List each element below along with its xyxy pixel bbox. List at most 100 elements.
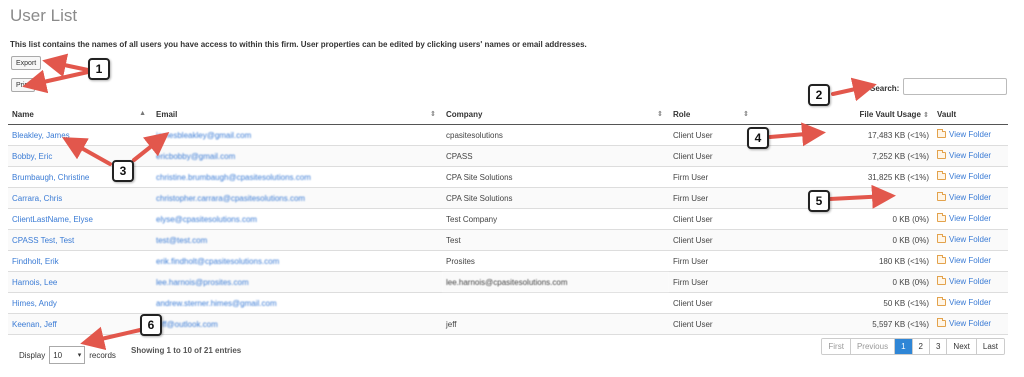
company-cell: CPA Site Solutions [442, 166, 669, 188]
user-name-link[interactable]: CPASS Test, Test [12, 236, 74, 245]
user-name-link[interactable]: Himes, Andy [12, 299, 57, 308]
column-header-label: Email [156, 109, 178, 119]
usage-cell: 180 KB (<1%) [755, 250, 933, 272]
pagination-last[interactable]: Last [975, 339, 1004, 354]
column-header-file-vault-usage[interactable]: File Vault Usage ⇕ [755, 104, 933, 125]
view-folder-label: View Folder [949, 256, 992, 265]
user-email-link[interactable]: ericbobby@gmail.com [156, 152, 235, 161]
print-button[interactable]: Print [11, 78, 36, 92]
user-name-link[interactable]: Keenan, Jeff [12, 320, 57, 329]
view-folder-link[interactable]: View Folder [937, 255, 992, 265]
chevron-down-icon: ▾ [77, 352, 82, 359]
search-input[interactable] [903, 78, 1007, 95]
role-cell: Firm User [669, 166, 755, 188]
company-cell: Prosites [442, 250, 669, 272]
folder-icon [937, 129, 946, 138]
column-header-email[interactable]: Email ⇕ [152, 104, 442, 125]
view-folder-link[interactable]: View Folder [937, 297, 991, 307]
table-row: Bobby, Eric ericbobby@gmail.com CPASS Cl… [8, 145, 1008, 167]
company-cell: Test Company [442, 208, 669, 230]
view-folder-label: View Folder [949, 319, 992, 328]
page-description: This list contains the names of all user… [10, 40, 587, 49]
user-email-link[interactable]: andrew.sterner.himes@gmail.com [156, 299, 277, 308]
column-header-vault: Vault [933, 104, 1008, 125]
view-folder-link[interactable]: View Folder [937, 150, 992, 160]
column-header-name[interactable]: Name ▲ [8, 104, 152, 125]
folder-icon [937, 192, 946, 201]
view-folder-label: View Folder [949, 235, 992, 244]
view-folder-label: View Folder [949, 277, 992, 286]
user-email-link[interactable]: christine.brumbaugh@cpasitesolutions.com [156, 173, 311, 182]
user-email-link[interactable]: elyse@cpasitesolutions.com [156, 215, 257, 224]
pagination-page-2[interactable]: 2 [911, 339, 929, 354]
column-header-role[interactable]: Role ⇕ [669, 104, 755, 125]
user-email-link[interactable]: erik.findholt@cpasitesolutions.com [156, 257, 279, 266]
page-length-select[interactable]: 10 ▾ [49, 346, 86, 364]
table-row: ClientLastName, Elyse elyse@cpasitesolut… [8, 208, 1008, 230]
records-label: records [89, 350, 116, 360]
user-name-link[interactable]: Harnois, Lee [12, 278, 57, 287]
sort-asc-icon: ▲ [139, 110, 146, 117]
sort-icon: ⇕ [923, 111, 929, 119]
sort-icon: ⇕ [657, 111, 663, 118]
user-email-link[interactable]: christopher.carrara@cpasitesolutions.com [156, 194, 305, 203]
column-header-company[interactable]: Company ⇕ [442, 104, 669, 125]
user-name-link[interactable]: Carrara, Chris [12, 194, 62, 203]
pagination-first[interactable]: First [822, 339, 850, 354]
user-email-link[interactable]: jamesbleakley@gmail.com [156, 131, 251, 140]
folder-icon [937, 318, 946, 327]
view-folder-link[interactable]: View Folder [937, 234, 992, 244]
role-cell: Client User [669, 145, 755, 167]
view-folder-label: View Folder [949, 151, 992, 160]
role-cell: Client User [669, 292, 755, 314]
usage-cell: 0 KB (0%) [755, 229, 933, 251]
user-name-link[interactable]: Bleakley, James [12, 131, 70, 140]
folder-icon [937, 276, 946, 285]
company-cell: CPASS [442, 145, 669, 167]
arrow-to-search [831, 77, 877, 102]
folder-icon [937, 297, 946, 306]
column-header-label: Name [12, 109, 34, 119]
table-row: Harnois, Lee lee.harnois@prosites.com le… [8, 271, 1008, 293]
usage-cell: 0 KB (0%) [755, 271, 933, 293]
pagination-next[interactable]: Next [946, 339, 976, 354]
user-email-link[interactable]: test@test.com [156, 236, 207, 245]
usage-cell: 17,483 KB (<1%) [755, 124, 933, 146]
company-cell [442, 292, 669, 314]
view-folder-link[interactable]: View Folder [937, 171, 991, 181]
view-folder-label: View Folder [949, 193, 992, 202]
view-folder-link[interactable]: View Folder [937, 129, 991, 139]
table-info: Showing 1 to 10 of 21 entries [131, 346, 242, 355]
view-folder-link[interactable]: View Folder [937, 192, 992, 202]
folder-icon [937, 234, 946, 243]
view-folder-link[interactable]: View Folder [937, 276, 992, 286]
view-folder-link[interactable]: View Folder [937, 318, 992, 328]
user-email-link[interactable]: lee.harnois@prosites.com [156, 278, 249, 287]
view-folder-link[interactable]: View Folder [937, 213, 992, 223]
sort-icon: ⇕ [743, 111, 749, 118]
export-button[interactable]: Export [11, 56, 42, 70]
pagination-page-1[interactable]: 1 [894, 339, 912, 354]
user-name-link[interactable]: Brumbaugh, Christine [12, 173, 89, 182]
users-table-body: Bleakley, James jamesbleakley@gmail.com … [8, 124, 1008, 335]
user-email-link[interactable]: jeff@outlook.com [156, 320, 218, 329]
user-name-link[interactable]: Bobby, Eric [12, 152, 52, 161]
table-row: Findholt, Erik erik.findholt@cpasitesolu… [8, 250, 1008, 272]
sort-icon: ⇕ [430, 111, 436, 118]
view-folder-label: View Folder [949, 214, 992, 223]
page-title: User List [10, 6, 78, 25]
pagination: First Previous 1 2 3 Next Last [821, 338, 1005, 355]
arrow-to-print [22, 69, 90, 94]
column-header-label: Role [673, 109, 691, 119]
table-row: CPASS Test, Test test@test.com Test Clie… [8, 229, 1008, 251]
callout-4: 4 [747, 127, 769, 149]
display-label: Display [19, 350, 46, 360]
column-header-label: File Vault Usage [859, 109, 921, 119]
usage-cell: 5,597 KB (<1%) [755, 313, 933, 335]
pagination-previous[interactable]: Previous [849, 339, 895, 354]
page-length-control: Display 10 ▾ records [19, 346, 116, 364]
company-cell: Test [442, 229, 669, 251]
pagination-page-3[interactable]: 3 [928, 339, 947, 354]
user-name-link[interactable]: ClientLastName, Elyse [12, 215, 93, 224]
user-name-link[interactable]: Findholt, Erik [12, 257, 59, 266]
